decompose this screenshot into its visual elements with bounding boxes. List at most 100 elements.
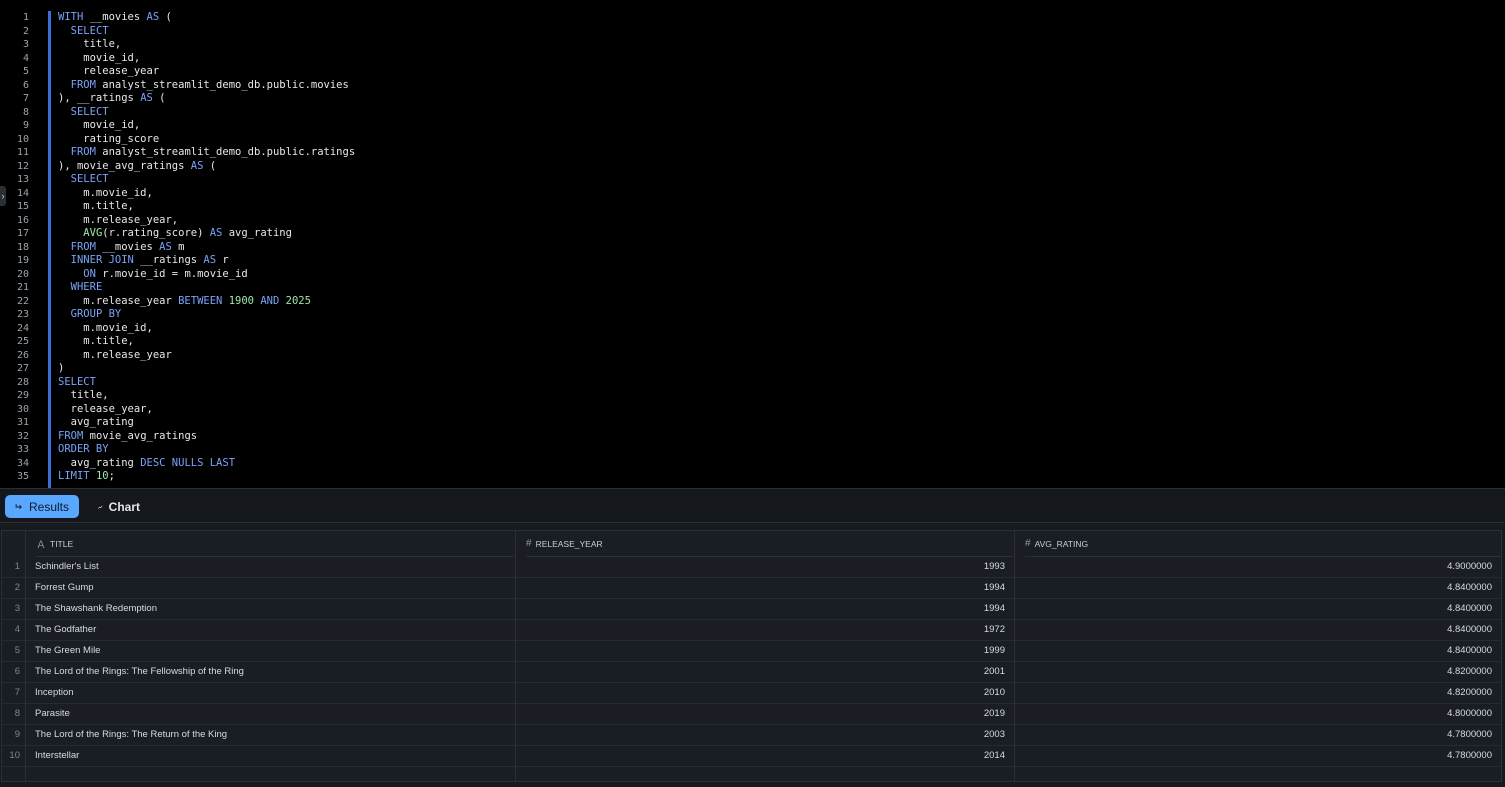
code-token: __movies	[83, 11, 147, 23]
cell-title: The Lord of the Rings: The Fellowship of…	[35, 666, 244, 677]
code-token: (	[203, 159, 217, 172]
code-line: SELECT	[58, 106, 355, 120]
cell-release-year: 2001	[983, 666, 1005, 677]
table-row[interactable]: 5 The Green Mile 1999 4.8400000	[2, 641, 1501, 662]
line-chart-icon	[98, 505, 103, 509]
table-row[interactable]: 9 The Lord of the Rings: The Return of th…	[2, 725, 1501, 746]
return-arrow-icon	[15, 503, 22, 509]
code-token: avg_rating	[58, 456, 141, 469]
line-number: 17	[16, 228, 29, 239]
code-line: release_year	[58, 65, 355, 79]
code-token: FROM	[70, 78, 96, 91]
cell-title: Inception	[35, 687, 74, 698]
cell-title: The Lord of the Rings: The Return of the…	[35, 729, 228, 740]
code-token: m.release_year	[58, 294, 179, 307]
code-token: INNER JOIN	[70, 254, 134, 266]
table-row[interactable]: 1 Schindler's List 1993 4.9000000	[2, 557, 1501, 578]
line-number: 23	[16, 309, 29, 320]
table-row[interactable]: 8 Parasite 2019 4.8000000	[2, 704, 1501, 725]
table-row[interactable]: 2 Forrest Gump 1994 4.8400000	[2, 578, 1501, 599]
code-line: movie_id,	[58, 52, 355, 66]
code-token: title,	[58, 389, 109, 401]
code-line: m.title,	[58, 335, 355, 349]
code-line: INNER JOIN __ratings AS r	[58, 254, 355, 268]
code-token: )	[58, 362, 65, 374]
code-line: m.release_year	[58, 349, 355, 363]
results-panel: Ａ TITLE # RELEASE_YEAR # AVG_RATING 1 Sch…	[0, 523, 1505, 787]
code-token: AVG	[83, 227, 103, 239]
column-header-title[interactable]: Ａ TITLE	[36, 531, 514, 557]
line-number: 33	[16, 444, 29, 455]
code-token: DESC NULLS LAST	[140, 456, 236, 469]
code-token: m.release_year	[58, 348, 172, 361]
code-token: analyst_streamlit_demo_db.public.movies	[95, 78, 349, 91]
line-number: 32	[16, 430, 29, 442]
column-header-release-year[interactable]: # RELEASE_YEAR	[526, 531, 1013, 557]
code-token: ORDER BY	[58, 443, 109, 455]
code-token: SELECT	[70, 173, 109, 185]
line-number: 31	[16, 417, 29, 428]
code-line: ORDER BY	[58, 443, 355, 457]
sql-code[interactable]: WITH __movies AS ( SELECT title, movie_i…	[58, 11, 355, 484]
chevron-right-icon[interactable]: ›	[0, 186, 6, 206]
cell-avg-rating: 4.8400000	[1447, 603, 1492, 614]
code-token: ;	[108, 470, 115, 482]
code-line: title,	[58, 38, 355, 52]
line-number: 34	[16, 457, 29, 469]
code-token: WITH	[58, 11, 84, 23]
code-token: release_year	[58, 65, 160, 77]
code-token: m.movie_id,	[58, 321, 153, 334]
line-number: 21	[16, 282, 29, 293]
code-token: AS	[159, 240, 172, 253]
code-token: rating_score	[58, 132, 160, 145]
table-row[interactable]: 4 The Godfather 1972 4.8400000	[2, 620, 1501, 641]
code-token: r.movie_id = m.movie_id	[95, 267, 248, 280]
code-line: SELECT	[58, 173, 355, 187]
table-row[interactable]: 6 The Lord of the Rings: The Fellowship o…	[2, 662, 1501, 683]
cell-title: The Green Mile	[35, 645, 101, 656]
code-token: movie_avg_ratings	[83, 429, 198, 442]
code-token: SELECT	[70, 24, 109, 37]
code-token: movie_id,	[58, 51, 141, 64]
line-number: 3	[22, 39, 29, 50]
cell-title: Forrest Gump	[35, 582, 94, 593]
tab-chart[interactable]: Chart	[88, 495, 150, 518]
line-number: 25	[16, 336, 29, 347]
active-cell-indicator	[48, 11, 51, 488]
tab-results-label: Results	[28, 499, 69, 514]
tab-results[interactable]: Results	[5, 495, 79, 518]
code-line: release_year,	[58, 403, 355, 417]
cell-release-year: 1999	[983, 645, 1005, 656]
code-line: FROM analyst_streamlit_demo_db.public.ra…	[58, 146, 355, 160]
row-index: 10	[9, 750, 20, 761]
code-line: WHERE	[58, 281, 355, 295]
line-number: 13	[16, 174, 29, 185]
code-token: FROM	[70, 240, 96, 253]
cell-title: Schindler's List	[35, 561, 99, 572]
code-token: movie_id,	[58, 119, 141, 131]
row-index: 6	[14, 666, 20, 677]
code-token: SELECT	[70, 105, 109, 118]
result-tabs: Results Chart	[0, 488, 1505, 523]
sql-editor[interactable]: 1 2 3 4 5 6 7 8 9 10 11 12 13 14 15 16 17 18 19 20 21 22 23 24 2…	[0, 0, 1505, 488]
line-number: 29	[16, 390, 29, 401]
cell-title: Interstellar	[35, 750, 80, 761]
code-token: FROM	[58, 429, 84, 442]
cell-release-year: 1994	[983, 603, 1005, 614]
code-token: 10	[95, 470, 109, 482]
table-row[interactable]: 7 Inception 2010 4.8200000	[2, 683, 1501, 704]
cell-avg-rating: 4.8400000	[1447, 582, 1492, 593]
table-row[interactable]: 3 The Shawshank Redemption 1994 4.8400000	[2, 599, 1501, 620]
column-header-avg-rating[interactable]: # AVG_RATING	[1025, 531, 1501, 557]
code-token: m	[171, 240, 185, 253]
line-number: 24	[16, 322, 29, 334]
code-token: FROM	[70, 146, 96, 158]
table-row[interactable]: 10 Interstellar 2014 4.7800000	[2, 746, 1501, 767]
results-table: Ａ TITLE # RELEASE_YEAR # AVG_RATING 1 Sch…	[1, 530, 1502, 782]
code-token: AS	[140, 92, 153, 104]
